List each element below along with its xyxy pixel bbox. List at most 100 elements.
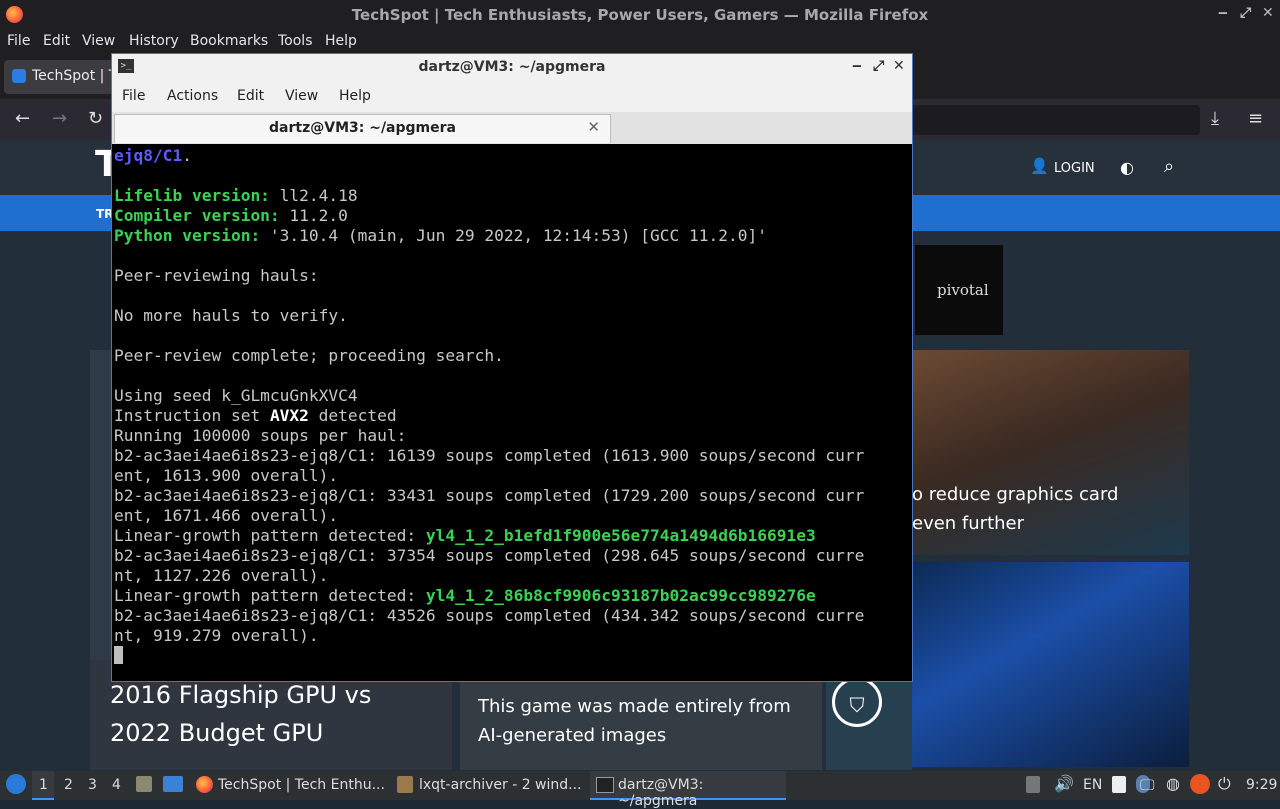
terminal-line: nt, 919.279 overall). xyxy=(114,626,864,646)
terminal-line: Using seed k_GLmcuGnkXVC4 xyxy=(114,386,864,406)
ad-banner[interactable]: pivotal xyxy=(915,245,1003,335)
task-archiver[interactable]: lxqt-archiver - 2 wind... xyxy=(393,771,585,800)
terminal-text: Lifelib version: xyxy=(114,186,270,205)
forward-icon[interactable]: → xyxy=(52,108,67,129)
terminal-line: b2-ac3aei4ae6i8s23-ejq8/C1: 33431 soups … xyxy=(114,486,864,506)
terminal-text: Linear-growth pattern detected: xyxy=(114,526,426,545)
terminal-output[interactable]: ejq8/C1. Lifelib version: ll2.4.18 Compil… xyxy=(112,145,910,680)
login-link[interactable]: LOGIN xyxy=(1054,161,1095,176)
keyboard-layout[interactable]: EN xyxy=(1083,777,1102,793)
close-icon[interactable]: ✕ xyxy=(1262,5,1274,21)
menu-help[interactable]: Help xyxy=(325,33,357,49)
task-terminal-label: dartz@VM3: ~/apgmera xyxy=(618,777,704,809)
article-card-flagship-title[interactable]: 2016 Flagship GPU vs 2022 Budget GPU xyxy=(110,676,371,752)
terminal-line xyxy=(114,166,864,186)
maximize-icon[interactable]: ⤢ xyxy=(1240,5,1251,21)
browser-tab-label: TechSpot | T xyxy=(32,68,118,84)
terminal-line: Python version: '3.10.4 (main, Jun 29 20… xyxy=(114,226,864,246)
terminal-line: Peer-review complete; proceeding search. xyxy=(114,346,864,366)
terminal-line xyxy=(114,286,864,306)
theme-toggle-icon[interactable]: ◐ xyxy=(1120,158,1134,177)
menu-file[interactable]: File xyxy=(7,33,30,49)
terminal-text: detected xyxy=(308,406,397,425)
terminal-tab[interactable]: dartz@VM3: ~/apgmera ✕ xyxy=(114,114,611,143)
file-manager-icon[interactable] xyxy=(136,776,152,792)
terminal-maximize-icon[interactable]: ⤢ xyxy=(873,58,884,74)
power-icon[interactable]: ⏻ xyxy=(1218,774,1231,794)
terminal-lines: ejq8/C1. Lifelib version: ll2.4.18 Compil… xyxy=(114,146,864,666)
terminal-tab-label: dartz@VM3: ~/apgmera xyxy=(269,120,456,136)
task-terminal[interactable]: dartz@VM3: ~/apgmera xyxy=(590,771,786,809)
display-icon[interactable]: 🖵 xyxy=(1140,776,1154,794)
terminal-line: Compiler version: 11.2.0 xyxy=(114,206,864,226)
firefox-task-icon xyxy=(196,776,213,793)
menu-edit[interactable]: Edit xyxy=(43,33,70,49)
menu-history[interactable]: History xyxy=(129,33,179,49)
terminal-menu-file[interactable]: File xyxy=(122,88,145,104)
menu-bookmarks[interactable]: Bookmarks xyxy=(190,33,268,49)
url-bar[interactable] xyxy=(880,105,1200,135)
search-icon[interactable]: ⌕ xyxy=(1164,156,1174,177)
terminal-close-icon[interactable]: ✕ xyxy=(893,58,905,74)
terminal-titlebar[interactable]: dartz@VM3: ~/apgmera ‒ ⤢ ✕ xyxy=(112,54,912,81)
terminal-menu-actions[interactable]: Actions xyxy=(167,88,218,104)
terminal-text: ll2.4.18 xyxy=(269,186,358,205)
start-menu-icon[interactable] xyxy=(6,774,26,794)
browser-tab-techspot[interactable]: TechSpot | T xyxy=(4,60,124,94)
firefox-menubar: File Edit View History Bookmarks Tools H… xyxy=(0,30,1280,55)
desktop-2[interactable]: 2 xyxy=(64,777,73,793)
back-icon[interactable]: ← xyxy=(15,108,30,129)
terminal-text: b2-ac3aei4ae6i8s23-ejq8/C1: 33431 soups … xyxy=(114,486,865,505)
reload-icon[interactable]: ↻ xyxy=(88,108,103,129)
terminal-line xyxy=(114,366,864,386)
minimize-icon[interactable]: ‒ xyxy=(1218,5,1228,21)
terminal-menu-view[interactable]: View xyxy=(285,88,318,104)
downloads-icon[interactable]: ⤓ xyxy=(1211,108,1219,129)
ubuntu-icon[interactable] xyxy=(1190,774,1210,794)
clipboard-icon[interactable] xyxy=(1112,776,1126,793)
terminal-menu-edit[interactable]: Edit xyxy=(237,88,264,104)
terminal-text: AVX2 xyxy=(269,406,309,425)
menu-tools[interactable]: Tools xyxy=(278,33,313,49)
terminal-text: Compiler version: xyxy=(114,206,280,225)
terminal-prompt-line xyxy=(114,646,864,666)
desktop-1[interactable]: 1 xyxy=(32,771,54,800)
menu-view[interactable]: View xyxy=(82,33,115,49)
network-icon[interactable]: ◍ xyxy=(1166,774,1180,793)
firefox-window-title: TechSpot | Tech Enthusiasts, Power Users… xyxy=(351,6,929,24)
terminal-text: nt, 1127.226 overall). xyxy=(114,566,329,585)
terminal-line: ent, 1613.900 overall). xyxy=(114,466,864,486)
article-card-title[interactable]: o reduce graphics card even further xyxy=(912,480,1189,538)
desktop-4[interactable]: 4 xyxy=(112,777,121,793)
terminal-line: Running 100000 soups per haul: xyxy=(114,426,864,446)
clock[interactable]: 9:29 xyxy=(1246,777,1277,793)
desktop-3[interactable]: 3 xyxy=(88,777,97,793)
terminal-line: Linear-growth pattern detected: yl4_1_2_… xyxy=(114,586,864,606)
terminal-line xyxy=(114,326,864,346)
terminal-text: b2-ac3aei4ae6i8s23-ejq8/C1: 43526 soups … xyxy=(114,606,865,625)
ad-text: pivotal xyxy=(937,281,989,299)
volume-icon[interactable]: 🔊 xyxy=(1054,774,1074,793)
shield-icon: ⛉ xyxy=(832,677,882,727)
article-card-ai-game-title[interactable]: This game was made entirely from AI-gene… xyxy=(478,692,791,750)
terminal-minimize-icon[interactable]: ‒ xyxy=(852,58,862,74)
app-menu-icon[interactable]: ≡ xyxy=(1248,108,1263,129)
updates-icon[interactable] xyxy=(1026,776,1040,793)
task-firefox[interactable]: TechSpot | Tech Enthu... xyxy=(192,771,386,800)
terminal-menu-help[interactable]: Help xyxy=(339,88,371,104)
terminal-text: b2-ac3aei4ae6i8s23-ejq8/C1: 37354 soups … xyxy=(114,546,865,565)
terminal-line: Lifelib version: ll2.4.18 xyxy=(114,186,864,206)
terminal-line: b2-ac3aei4ae6i8s23-ejq8/C1: 43526 soups … xyxy=(114,606,864,626)
terminal-line: ent, 1671.466 overall). xyxy=(114,506,864,526)
close-tab-icon[interactable]: ✕ xyxy=(587,118,600,136)
article-card-image-2[interactable] xyxy=(912,562,1189,767)
show-desktop-icon[interactable] xyxy=(163,776,183,792)
task-firefox-label: TechSpot | Tech Enthu... xyxy=(218,777,385,793)
terminal-text: '3.10.4 (main, Jun 29 2022, 12:14:53) [G… xyxy=(260,226,767,245)
terminal-text: ejq8/C1 xyxy=(114,146,183,165)
terminal-line: b2-ac3aei4ae6i8s23-ejq8/C1: 16139 soups … xyxy=(114,446,864,466)
user-icon[interactable]: 👤 xyxy=(1030,157,1049,175)
